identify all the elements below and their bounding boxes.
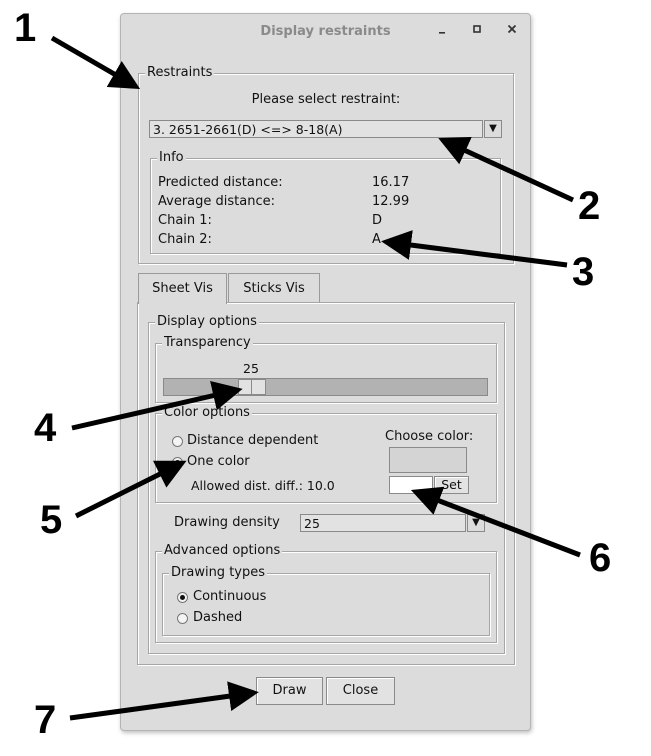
arrow-3 bbox=[381, 230, 568, 268]
arrow-4 bbox=[71, 380, 243, 431]
callout-4: 4 bbox=[34, 406, 57, 450]
arrow-1 bbox=[50, 35, 141, 90]
annotation-arrows bbox=[50, 35, 581, 721]
callout-2: 2 bbox=[578, 184, 601, 228]
callout-1: 1 bbox=[14, 6, 37, 50]
tab-sheet-vis[interactable]: Sheet Vis bbox=[138, 273, 227, 304]
callout-6: 6 bbox=[589, 536, 612, 580]
arrow-5 bbox=[74, 460, 187, 519]
callout-5: 5 bbox=[40, 498, 63, 542]
arrow-6 bbox=[410, 486, 581, 558]
callout-3: 3 bbox=[572, 250, 595, 294]
arrow-7 bbox=[69, 681, 259, 721]
callout-7: 7 bbox=[34, 698, 57, 742]
arrow-2 bbox=[438, 137, 575, 203]
